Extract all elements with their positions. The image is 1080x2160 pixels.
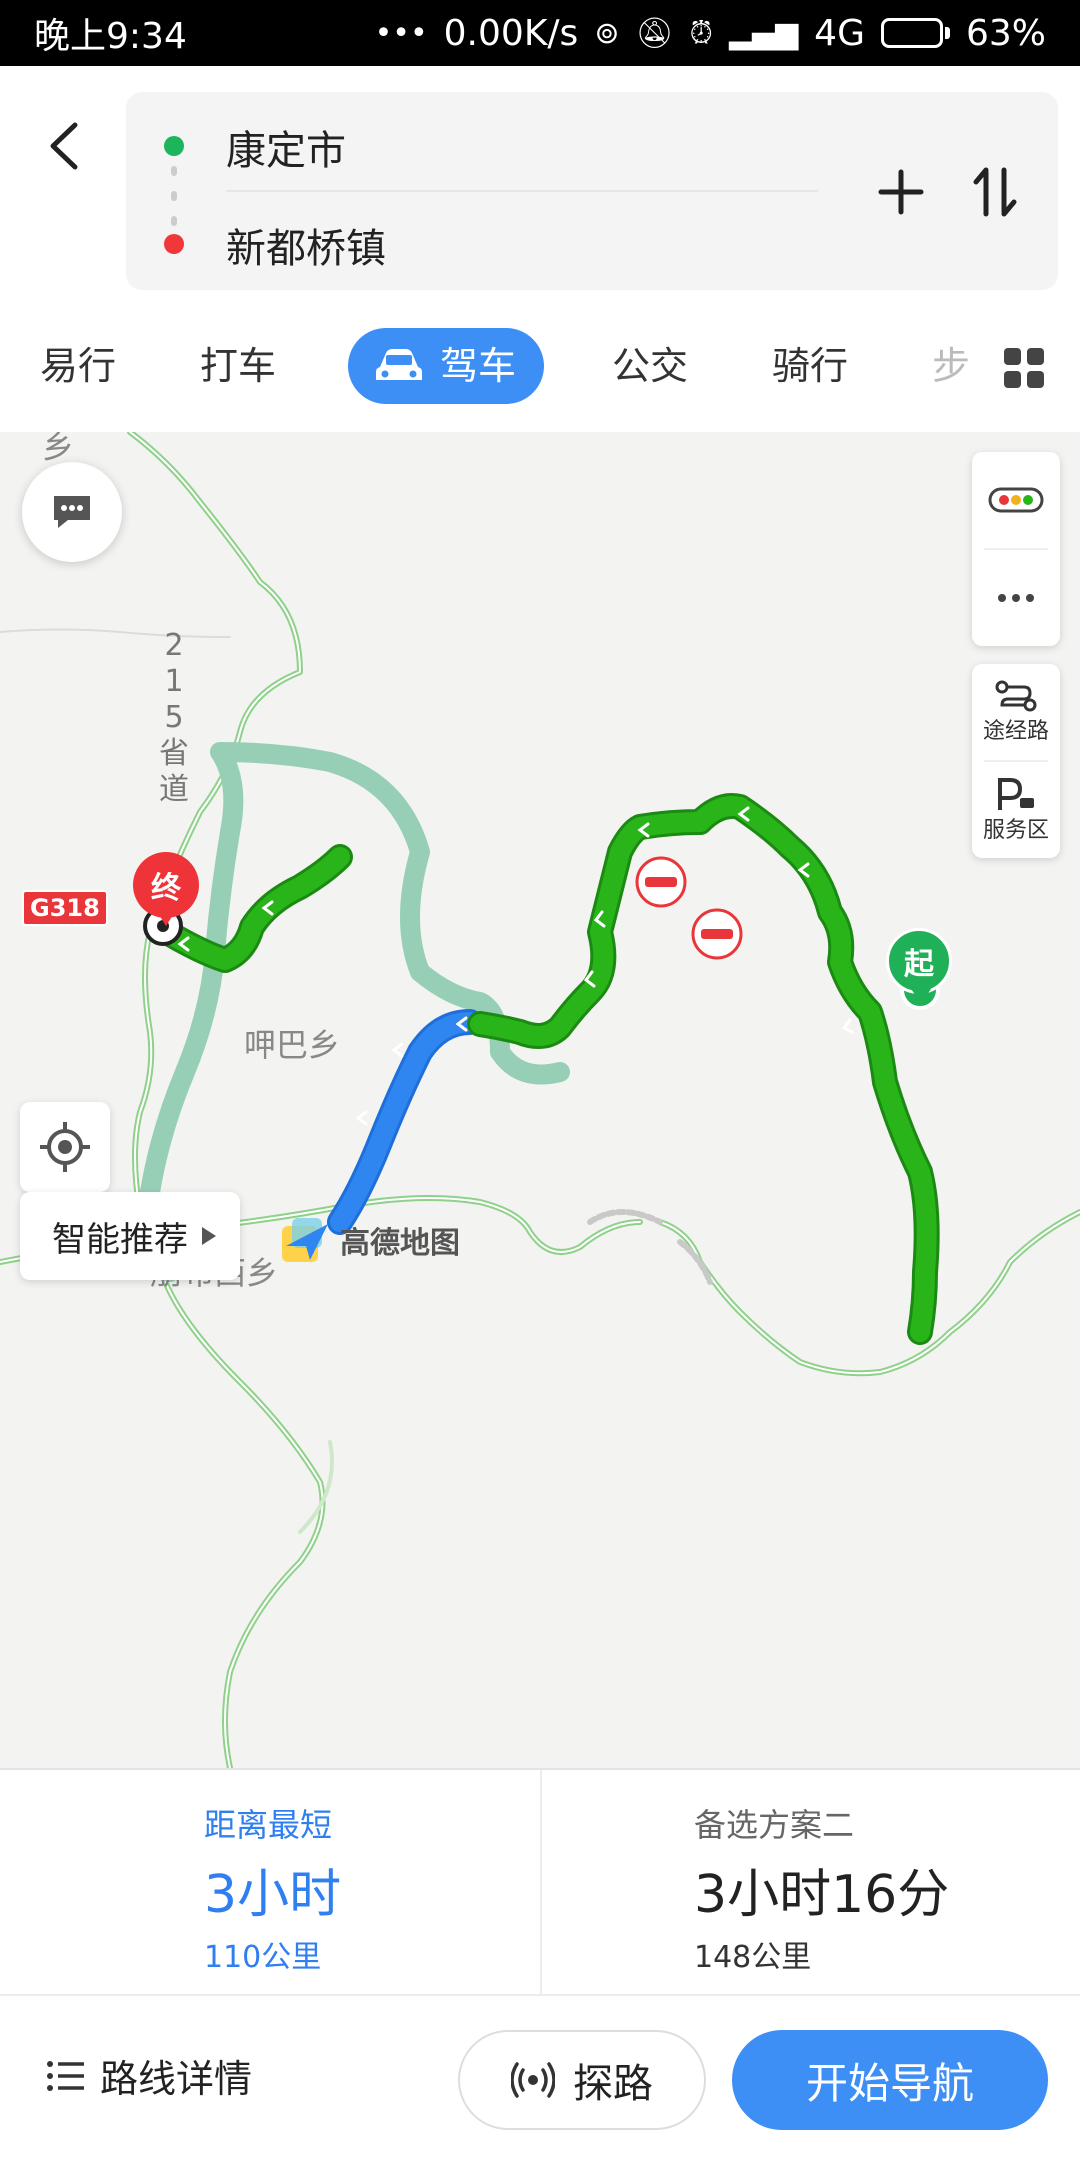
battery-icon <box>880 18 950 48</box>
back-button[interactable] <box>34 106 94 186</box>
route-plan-shortest[interactable]: 距离最短 3小时 110公里 <box>0 1770 540 1994</box>
more-dots-icon <box>998 594 1034 602</box>
plan-distance: 148公里 <box>694 1940 812 1975</box>
road-closed-icon[interactable] <box>635 856 687 908</box>
traffic-toggle[interactable] <box>972 452 1060 548</box>
chat-bubble-icon <box>54 496 90 528</box>
status-time: 晚上9:34 <box>34 16 187 57</box>
network-type: 4G <box>814 12 865 54</box>
map-view[interactable]: 乡 呷巴乡 朋布西乡 2 1 5 省 道 G318 终 起 途经路 服务区 <box>0 432 1080 1768</box>
start-location-field[interactable]: 康定市 <box>226 118 346 176</box>
map-tools-card <box>972 452 1060 646</box>
amap-logo-text: 高德地图 <box>340 1226 460 1261</box>
start-dot-icon <box>164 136 184 156</box>
road-closed-icon[interactable] <box>691 908 743 960</box>
route-tools-card: 途经路 服务区 <box>972 664 1060 858</box>
explore-road-label: 探路 <box>573 2061 653 2107</box>
tab-drive-label: 驾车 <box>440 344 517 388</box>
route-plan-alternate[interactable]: 备选方案二 3小时16分 148公里 <box>540 1770 1080 1994</box>
highway-shield-g318: G318 <box>22 890 108 926</box>
plan-distance: 110公里 <box>204 1940 322 1975</box>
chevron-left-icon <box>50 122 78 170</box>
status-bar: 晚上9:34 ••• 0.00K/s ⊚ 🔕︎ ⏰︎ ▂▄▆ 4G 63% <box>0 0 1080 66</box>
waypoint-button[interactable]: 途经路 <box>972 664 1060 760</box>
plan-time: 3小时 <box>204 1865 342 1925</box>
tab-drive[interactable]: 驾车 <box>348 328 545 404</box>
route-details-button[interactable]: 路线详情 <box>46 2048 252 2103</box>
road-label-char: 5 <box>164 700 184 735</box>
amap-logo: 高德地图 <box>280 1216 460 1264</box>
service-area-button[interactable]: 服务区 <box>972 762 1060 858</box>
service-area-label: 服务区 <box>982 818 1049 843</box>
route-connector <box>171 166 177 226</box>
play-arrow-icon <box>202 1227 216 1245</box>
list-icon <box>47 2060 84 2091</box>
tab-taxi[interactable]: 打车 <box>200 328 276 404</box>
more-modes-grid-icon[interactable] <box>1004 348 1044 388</box>
route-input-box: 康定市 新都桥镇 <box>126 92 1058 290</box>
crosshair-icon <box>40 1122 90 1172</box>
destination-field[interactable]: 新都桥镇 <box>226 216 386 274</box>
town-label-jiaba: 呷巴乡 <box>244 1026 341 1064</box>
signal-icon: ▂▄▆ <box>728 15 799 51</box>
travel-mode-tabs: 易行 打车 驾车 公交 骑行 步 <box>0 328 1080 418</box>
parking-cup-icon <box>998 778 1034 810</box>
plan-time: 3小时16分 <box>694 1865 950 1925</box>
tab-bike[interactable]: 骑行 <box>772 328 848 404</box>
end-marker[interactable]: 终 <box>133 852 199 926</box>
battery-percent: 63% <box>965 12 1046 54</box>
car-icon <box>376 349 422 380</box>
alarm-icon: ⏰︎ <box>689 15 713 51</box>
mute-icon: 🔕︎ <box>635 15 674 51</box>
plan-name: 距离最短 <box>204 1806 333 1844</box>
road-label-char: 省 <box>159 736 189 771</box>
tab-bus[interactable]: 公交 <box>612 328 688 404</box>
bottom-actions: 路线详情 探路 开始导航 <box>0 1994 1080 2160</box>
plus-icon <box>878 169 924 215</box>
broadcast-icon <box>511 2062 555 2098</box>
route-details-label: 路线详情 <box>100 2057 253 2101</box>
road-label-char: 1 <box>164 664 184 699</box>
more-options-button[interactable] <box>972 550 1060 646</box>
smart-recommend-button[interactable]: 智能推荐 <box>20 1192 240 1280</box>
amap-logo-icon <box>282 1218 328 1262</box>
swap-route-button[interactable] <box>956 152 1036 232</box>
network-speed: 0.00K/s <box>443 12 579 54</box>
tab-easy[interactable]: 易行 <box>40 328 116 404</box>
hotspot-icon: ⊚ <box>594 15 620 51</box>
tab-walk[interactable]: 步 <box>932 328 970 404</box>
road-label-char: 道 <box>159 772 189 807</box>
start-navigation-button[interactable]: 开始导航 <box>732 2030 1048 2130</box>
explore-road-button[interactable]: 探路 <box>458 2030 706 2130</box>
end-dot-icon <box>164 234 184 254</box>
locate-me-button[interactable] <box>20 1102 110 1192</box>
route-plans: 距离最短 3小时 110公里 备选方案二 3小时16分 148公里 <box>0 1768 1080 1994</box>
add-waypoint-button[interactable] <box>861 152 941 232</box>
start-marker[interactable]: 起 <box>886 928 952 1003</box>
waypoint-icon <box>995 680 1037 712</box>
message-button[interactable] <box>22 462 122 562</box>
traffic-light-icon <box>988 487 1044 513</box>
route-header: 康定市 新都桥镇 易行 打车 驾车 公交 骑行 步 <box>0 66 1080 432</box>
swap-icon <box>973 167 1017 217</box>
divider <box>226 190 818 192</box>
plan-name: 备选方案二 <box>694 1806 855 1844</box>
smart-recommend-label: 智能推荐 <box>52 1219 188 1260</box>
more-dots-icon: ••• <box>374 15 428 51</box>
road-label-char: 2 <box>164 628 184 663</box>
waypoint-label: 途经路 <box>982 719 1049 744</box>
